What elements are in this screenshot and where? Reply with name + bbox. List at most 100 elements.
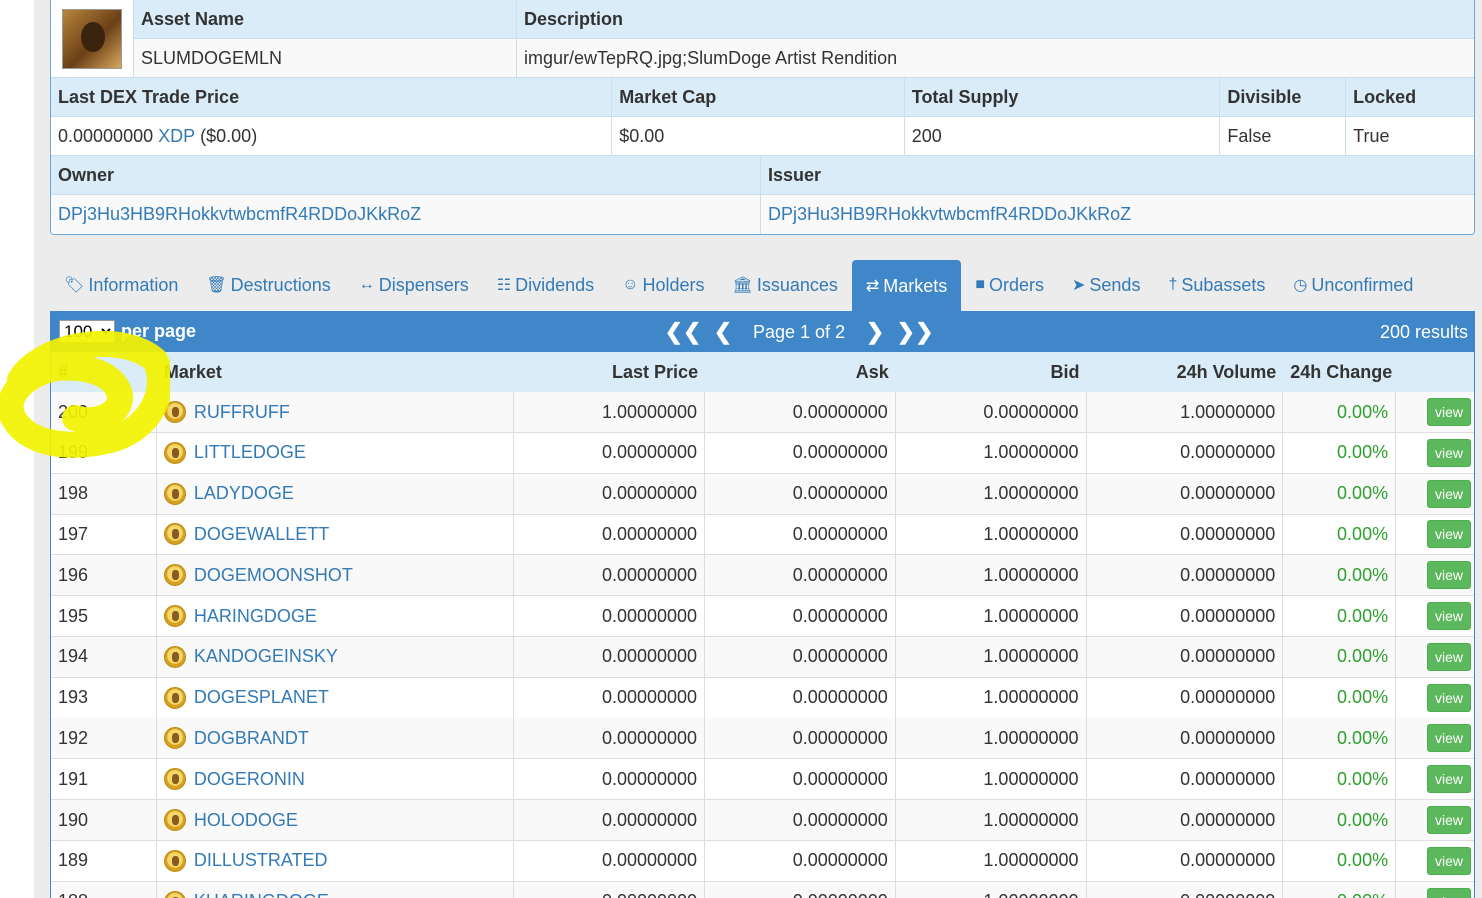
- per-page-control: 100 per page: [59, 320, 196, 343]
- view-button[interactable]: view: [1426, 438, 1471, 467]
- row-number: 195: [51, 596, 157, 636]
- bid-cell: 1.00000000: [896, 432, 1087, 473]
- change-cell: 0.00%: [1283, 473, 1397, 514]
- xdp-link[interactable]: XDP: [158, 126, 195, 147]
- tab-information[interactable]: 🏷︎ Information: [50, 260, 192, 310]
- col-header-ask[interactable]: Ask: [705, 352, 896, 392]
- view-button[interactable]: view: [1426, 887, 1471, 898]
- ask-cell: 0.00000000: [705, 840, 896, 881]
- row-number: 190: [51, 800, 157, 840]
- tab-dividends[interactable]: ☷ Dividends: [483, 260, 608, 310]
- bid-cell: 1.00000000: [896, 473, 1087, 514]
- market-link[interactable]: KANDOGEINSKY: [194, 646, 338, 667]
- volume-cell: 0.00000000: [1087, 555, 1284, 596]
- market-link[interactable]: DOGBRANDT: [194, 728, 309, 749]
- pagination-bar: 100 per page ❮❮ ❮ Page 1 of 2 ❯ ❯❯ 200 r…: [51, 312, 1474, 352]
- tab-issuances[interactable]: 🏛︎ Issuances: [719, 260, 852, 310]
- ask-cell: 0.00000000: [705, 718, 896, 759]
- action-cell: view: [1396, 637, 1474, 677]
- last-price-cell: 0.00000000: [514, 881, 706, 898]
- action-cell: view: [1396, 555, 1474, 595]
- pager: ❮❮ ❮ Page 1 of 2 ❯ ❯❯: [663, 312, 935, 352]
- view-button[interactable]: view: [1426, 642, 1471, 671]
- issuer-address-link[interactable]: DPj3Hu3HB9RHokkvtwbcmfR4RDDoJKkRoZ: [768, 204, 1131, 225]
- tab-sends[interactable]: ➤ Sends: [1058, 260, 1154, 310]
- last-price-cell: 0.00000000: [514, 800, 706, 840]
- market-link[interactable]: DOGEWALLETT: [194, 524, 329, 545]
- action-cell: view: [1396, 474, 1474, 514]
- tab-unconfirmed[interactable]: ◷ Unconfirmed: [1279, 260, 1427, 310]
- col-header-bid[interactable]: Bid: [896, 352, 1087, 392]
- prev-page-icon[interactable]: ❮: [703, 319, 743, 345]
- bid-cell: 1.00000000: [896, 555, 1087, 596]
- last-page-icon[interactable]: ❯❯: [895, 319, 935, 345]
- owner-address-link[interactable]: DPj3Hu3HB9RHokkvtwbcmfR4RDDoJKkRoZ: [58, 204, 421, 225]
- market-link[interactable]: DOGESPLANET: [194, 687, 329, 708]
- col-header-num[interactable]: #: [51, 352, 157, 392]
- action-cell: view: [1396, 596, 1474, 636]
- view-button[interactable]: view: [1426, 602, 1471, 630]
- per-page-select[interactable]: 100: [59, 320, 115, 343]
- table-row: 190 HOLODOGE 0.00000000 0.00000000 1.0000000…: [51, 800, 1474, 841]
- market-asset-icon: [163, 441, 186, 464]
- next-page-icon[interactable]: ❯: [855, 319, 895, 345]
- last-price-cell: 0.00000000: [514, 514, 706, 555]
- view-button[interactable]: view: [1426, 683, 1471, 712]
- tab-dispensers[interactable]: ↔ Dispensers: [345, 260, 483, 310]
- tab-destructions[interactable]: 🗑︎ Destructions: [192, 260, 344, 310]
- change-cell: 0.00%: [1283, 555, 1397, 596]
- col-header-action: [1396, 352, 1474, 392]
- col-header-last-price[interactable]: Last Price: [514, 352, 705, 392]
- tab-holders[interactable]: ☺ Holders: [608, 260, 718, 310]
- view-button[interactable]: view: [1426, 846, 1471, 875]
- view-button[interactable]: view: [1426, 724, 1471, 753]
- col-header-24h-volume[interactable]: 24h Volume: [1087, 352, 1284, 392]
- volume-cell: 0.00000000: [1087, 432, 1284, 473]
- bid-cell: 1.00000000: [896, 636, 1087, 677]
- market-link[interactable]: DOGERONIN: [194, 769, 305, 790]
- first-page-icon[interactable]: ❮❮: [663, 319, 703, 345]
- market-link[interactable]: HOLODOGE: [194, 810, 298, 831]
- market-cell: RUFFRUFF: [157, 392, 515, 432]
- view-button[interactable]: view: [1426, 520, 1471, 549]
- row-number: 200: [51, 392, 157, 432]
- tag-icon: 🏷︎: [64, 277, 85, 294]
- market-link[interactable]: DOGEMOONSHOT: [194, 565, 353, 586]
- bid-cell: 0.00000000: [896, 392, 1087, 432]
- tab-orders[interactable]: ■ Orders: [961, 260, 1058, 310]
- bank-icon: 🏛︎: [732, 277, 753, 294]
- volume-cell: 0.00000000: [1087, 473, 1284, 514]
- trash-icon: 🗑︎: [206, 277, 227, 294]
- change-cell: 0.00%: [1283, 881, 1397, 898]
- col-header-24h-change[interactable]: 24h Change: [1283, 352, 1396, 392]
- asset-image[interactable]: [62, 8, 122, 69]
- last-price-value-cell: 0.00000000 XDP ($0.00): [51, 117, 613, 156]
- market-link[interactable]: LITTLEDOGE: [194, 442, 306, 463]
- market-link[interactable]: RUFFRUFF: [194, 402, 290, 423]
- view-button[interactable]: view: [1426, 806, 1471, 834]
- last-price-usd: ($0.00): [200, 125, 258, 146]
- row-number: 199: [51, 432, 157, 473]
- view-button[interactable]: view: [1426, 398, 1471, 426]
- table-row: 188KHARINGDOGE0.000000000.000000001.0000…: [51, 881, 1474, 898]
- view-button[interactable]: view: [1426, 479, 1471, 508]
- tab-subassets[interactable]: † Subassets: [1154, 260, 1279, 310]
- table-row: 193 DOGESPLANET 0.00000000 0.00000000 1.0000…: [51, 677, 1474, 719]
- market-link[interactable]: DILLUSTRATED: [194, 850, 328, 871]
- market-asset-icon: [163, 890, 186, 898]
- locked-value: True: [1346, 117, 1474, 156]
- table-row: 200 RUFFRUFF 1.00000000 0.00000000 0.0000000…: [51, 392, 1474, 433]
- market-link[interactable]: HARINGDOGE: [194, 606, 317, 627]
- ask-cell: 0.00000000: [705, 636, 896, 677]
- change-cell: 0.00%: [1283, 514, 1397, 555]
- market-link[interactable]: KHARINGDOGE: [194, 891, 329, 898]
- change-cell: 0.00%: [1283, 596, 1397, 636]
- col-header-market[interactable]: Market: [157, 352, 514, 392]
- market-link[interactable]: LADYDOGE: [194, 483, 294, 504]
- view-button[interactable]: view: [1426, 765, 1471, 794]
- ask-cell: 0.00000000: [705, 514, 896, 555]
- volume-cell: 0.00000000: [1087, 881, 1284, 898]
- tab-markets[interactable]: ⇄ Markets: [851, 260, 962, 312]
- results-count: 200 results: [1379, 321, 1468, 342]
- view-button[interactable]: view: [1426, 561, 1471, 590]
